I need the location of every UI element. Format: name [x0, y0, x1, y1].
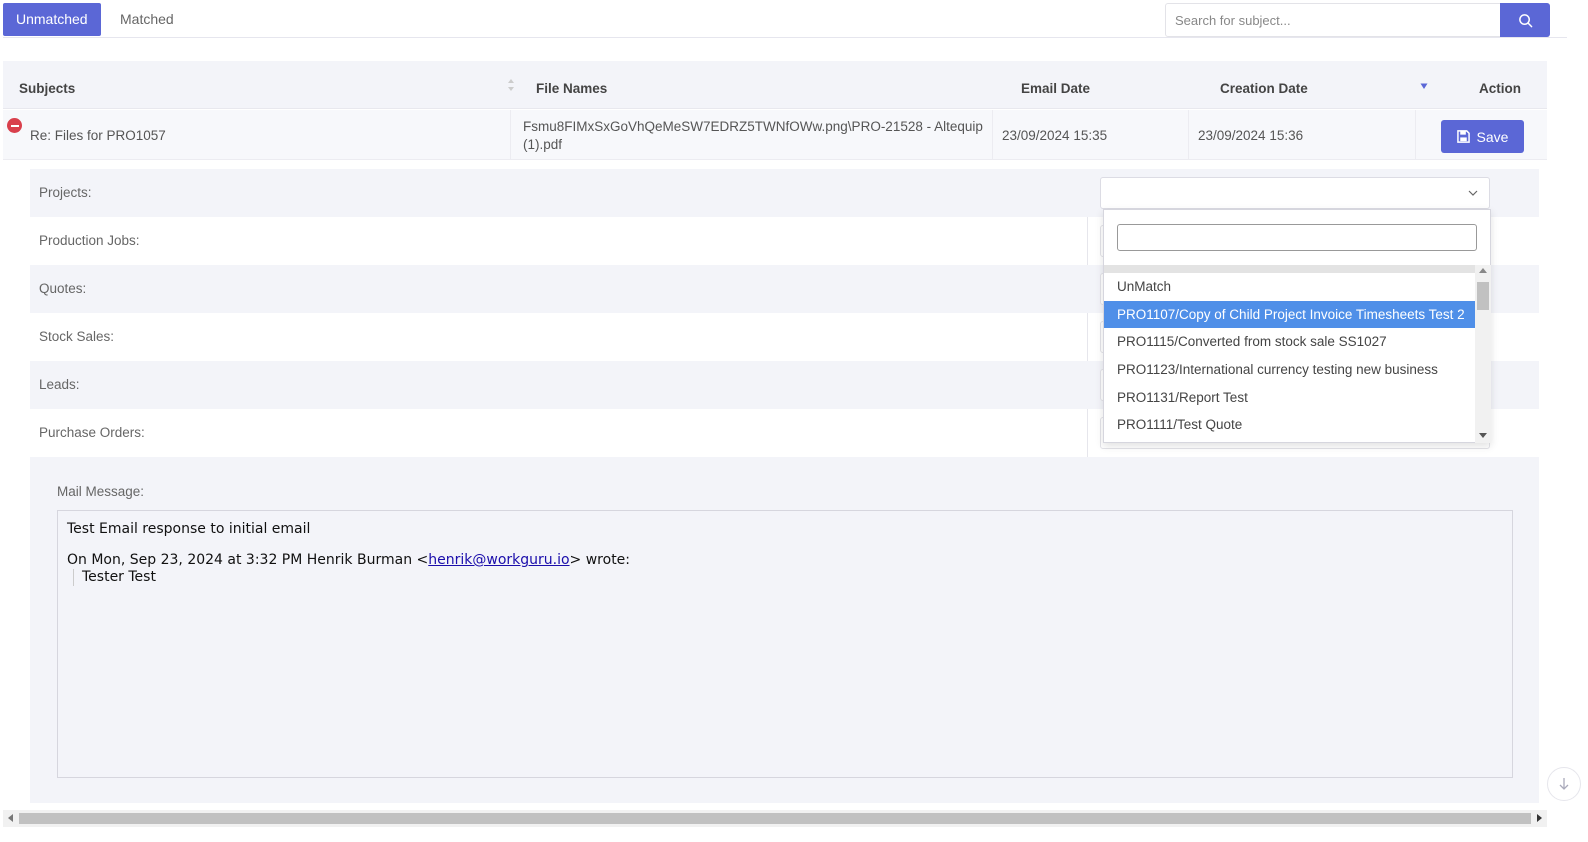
projects-select[interactable] — [1100, 177, 1490, 209]
mail-attribution: On Mon, Sep 23, 2024 at 3:32 PM Henrik B… — [67, 552, 1503, 569]
mail-message-body: Test Email response to initial email On … — [57, 510, 1513, 778]
leads-label: Leads: — [39, 377, 80, 392]
scroll-to-bottom-button[interactable] — [1547, 767, 1581, 801]
sort-desc-icon[interactable] — [1420, 81, 1428, 91]
scroll-right-icon[interactable] — [1537, 814, 1542, 822]
scrollbar-thumb[interactable] — [1477, 282, 1489, 310]
quotes-label: Quotes: — [39, 281, 87, 296]
sort-icon[interactable] — [507, 78, 515, 92]
dropdown-option[interactable]: UnMatch — [1104, 273, 1475, 300]
chevron-down-icon — [1468, 190, 1478, 196]
arrow-down-icon — [1559, 778, 1569, 790]
mail-message-label: Mail Message: — [57, 484, 145, 499]
dropdown-option[interactable]: PRO1115/Converted from stock sale SS1027 — [1104, 328, 1475, 355]
row-creation-date: 23/09/2024 15:36 — [1198, 128, 1304, 143]
table-header: Subjects File Names Email Date Creation … — [3, 61, 1547, 109]
horizontal-scrollbar-thumb[interactable] — [19, 813, 1531, 824]
field-divider — [1087, 409, 1088, 457]
column-header-subjects[interactable]: Subjects — [19, 81, 75, 96]
cell-divider — [1188, 110, 1189, 160]
scroll-down-icon[interactable] — [1479, 433, 1487, 438]
dropdown-option[interactable]: PRO1131/Report Test — [1104, 384, 1475, 411]
field-divider — [1087, 313, 1088, 361]
tab-matched[interactable]: Matched — [107, 3, 187, 36]
field-divider — [1087, 217, 1088, 265]
dropdown-search-input[interactable] — [1117, 224, 1477, 251]
column-header-creation-date[interactable]: Creation Date — [1220, 81, 1308, 96]
save-icon — [1456, 130, 1470, 143]
column-header-file-names[interactable]: File Names — [536, 81, 607, 96]
projects-dropdown: UnMatch PRO1107/Copy of Child Project In… — [1103, 209, 1491, 443]
save-button[interactable]: Save — [1441, 120, 1524, 153]
purchase-orders-label: Purchase Orders: — [39, 425, 145, 440]
scroll-left-icon[interactable] — [8, 814, 13, 822]
row-email-date: 23/09/2024 15:35 — [1002, 128, 1108, 143]
mail-quote: Tester Test — [73, 569, 1503, 586]
collapse-row-icon[interactable] — [7, 118, 22, 133]
dropdown-option-selected[interactable]: PRO1107/Copy of Child Project Invoice Ti… — [1104, 301, 1475, 328]
column-header-action: Action — [1479, 81, 1521, 96]
scroll-up-icon[interactable] — [1479, 268, 1487, 273]
search-icon — [1518, 13, 1532, 27]
tab-unmatched[interactable]: Unmatched — [3, 3, 101, 36]
search-input[interactable] — [1166, 4, 1502, 36]
horizontal-scrollbar[interactable] — [3, 810, 1547, 827]
mail-attribution-suffix: > wrote: — [569, 552, 631, 568]
row-subject: Re: Files for PRO1057 — [30, 128, 166, 143]
search-button[interactable] — [1500, 3, 1550, 37]
stock-sales-label: Stock Sales: — [39, 329, 115, 344]
mail-line: Test Email response to initial email — [67, 521, 311, 537]
dropdown-scrollbar[interactable] — [1475, 265, 1491, 443]
dropdown-options-list: UnMatch PRO1107/Copy of Child Project In… — [1104, 265, 1475, 443]
table-row[interactable]: Re: Files for PRO1057 Fsmu8FIMxSxGoVhQeM… — [3, 110, 1547, 160]
save-label: Save — [1476, 128, 1509, 145]
file-name-line1: Fsmu8FIMxSxGoVhQeMeSW7EDRZ5TWNfOWw.png\P… — [523, 119, 983, 134]
file-name-line2: (1).pdf — [523, 137, 563, 152]
cell-divider — [510, 110, 511, 160]
cell-divider — [1415, 110, 1416, 160]
projects-label: Projects: — [39, 185, 92, 200]
mail-attribution-prefix: On Mon, Sep 23, 2024 at 3:32 PM Henrik B… — [67, 552, 429, 568]
column-header-email-date[interactable]: Email Date — [1021, 81, 1090, 96]
dropdown-option[interactable]: PRO1123/International currency testing n… — [1104, 356, 1475, 383]
dropdown-list-top — [1104, 265, 1475, 273]
row-file-name: Fsmu8FIMxSxGoVhQeMeSW7EDRZ5TWNfOWw.png\P… — [523, 118, 983, 154]
search-box — [1165, 3, 1550, 37]
production-jobs-label: Production Jobs: — [39, 233, 140, 248]
cell-divider — [992, 110, 993, 160]
dropdown-option[interactable]: PRO1111/Test Quote — [1104, 411, 1475, 438]
email-link[interactable]: henrik@workguru.io — [428, 552, 569, 568]
top-bar: Unmatched Matched — [3, 2, 1567, 38]
